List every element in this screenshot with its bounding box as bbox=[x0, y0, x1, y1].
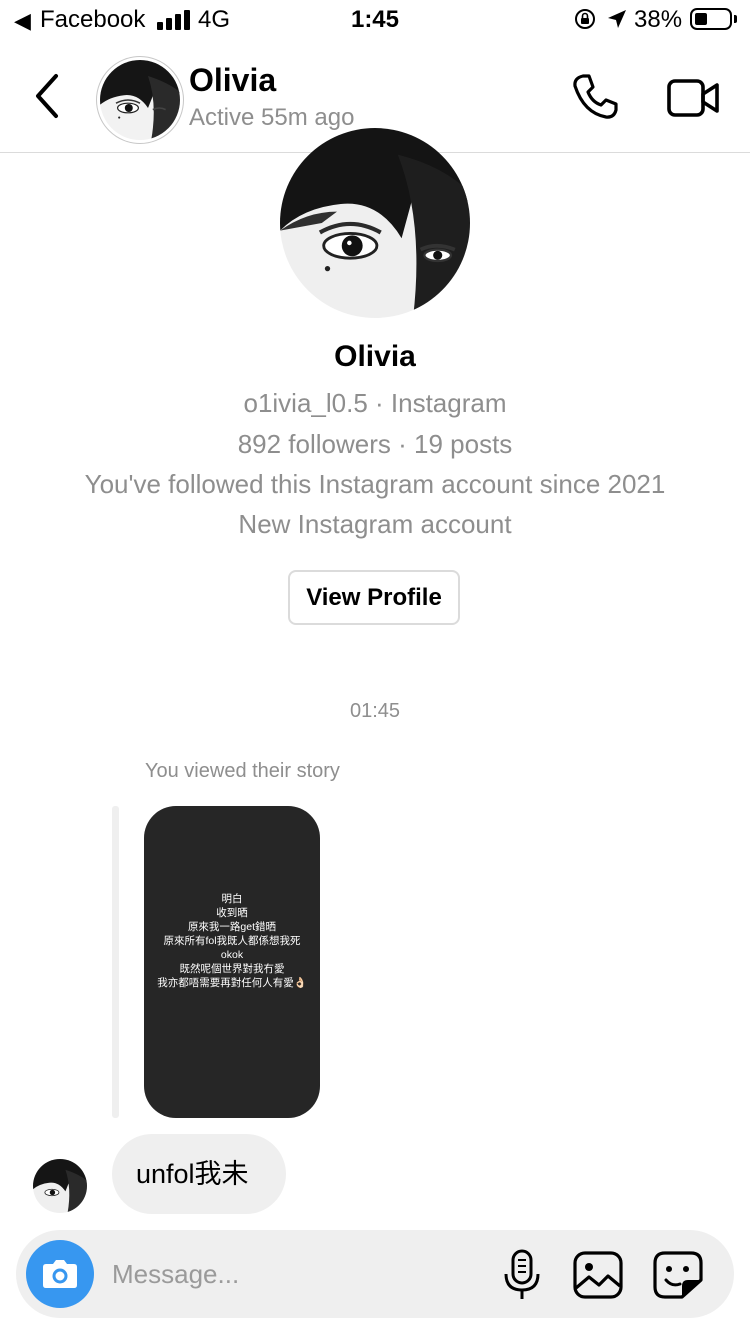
battery-cap bbox=[734, 15, 737, 23]
message-timestamp: 01:45 bbox=[349, 700, 401, 722]
view-profile-button[interactable]: View Profile bbox=[288, 570, 460, 625]
profile-stats: 892 followers · 19 posts bbox=[237, 429, 513, 459]
story-line: 收到晒 bbox=[216, 907, 248, 919]
profile-photo-large bbox=[280, 128, 470, 318]
story-line: 我亦都唔需要再對任何人有愛👌🏻 bbox=[157, 977, 307, 989]
profile-name: Olivia bbox=[334, 340, 416, 373]
microphone-icon[interactable] bbox=[502, 1248, 542, 1302]
story-text: 明白 收到晒 原來我一路get錯晒 原來所有fol我既人都係想我死 okok 既… bbox=[144, 892, 320, 990]
battery-percent: 38% bbox=[634, 6, 683, 33]
header-avatar[interactable] bbox=[96, 56, 184, 144]
status-bar: ◀ Facebook 4G 1:45 38% bbox=[0, 0, 750, 40]
rotation-lock-icon bbox=[575, 9, 595, 29]
camera-button[interactable] bbox=[26, 1240, 94, 1308]
story-line: okok bbox=[220, 949, 244, 961]
profile-new-account: New Instagram account bbox=[238, 509, 512, 539]
message-input[interactable] bbox=[112, 1252, 492, 1296]
chat-title[interactable]: Olivia bbox=[189, 62, 276, 99]
battery-icon bbox=[690, 8, 732, 30]
gallery-icon[interactable] bbox=[572, 1250, 624, 1300]
story-preview[interactable]: 明白 收到晒 原來我一路get錯晒 原來所有fol我既人都係想我死 okok 既… bbox=[144, 806, 320, 1118]
sender-photo bbox=[33, 1159, 87, 1213]
story-line: 原來所有fol我既人都係想我死 bbox=[163, 935, 301, 947]
chevron-left-icon[interactable] bbox=[28, 70, 68, 122]
phone-icon[interactable] bbox=[570, 72, 620, 122]
location-icon bbox=[608, 10, 626, 28]
story-view-note: You viewed their story bbox=[145, 760, 340, 782]
sender-avatar[interactable] bbox=[33, 1159, 87, 1213]
message-composer bbox=[16, 1230, 734, 1318]
profile-avatar-large[interactable] bbox=[280, 128, 470, 318]
story-line: 明白 bbox=[221, 893, 243, 905]
story-line: 既然呢個世界對我冇愛 bbox=[179, 963, 285, 975]
story-line: 原來我一路get錯晒 bbox=[187, 921, 277, 933]
profile-photo bbox=[100, 60, 180, 140]
video-camera-icon[interactable] bbox=[666, 76, 720, 120]
story-reply-bar bbox=[112, 806, 119, 1118]
sticker-icon[interactable] bbox=[652, 1250, 704, 1300]
profile-follow-since: You've followed this Instagram account s… bbox=[84, 469, 666, 499]
message-bubble[interactable]: unfol我未 bbox=[112, 1134, 286, 1214]
camera-icon bbox=[43, 1260, 77, 1288]
profile-handle: o1ivia_l0.5 · Instagram bbox=[243, 388, 507, 418]
